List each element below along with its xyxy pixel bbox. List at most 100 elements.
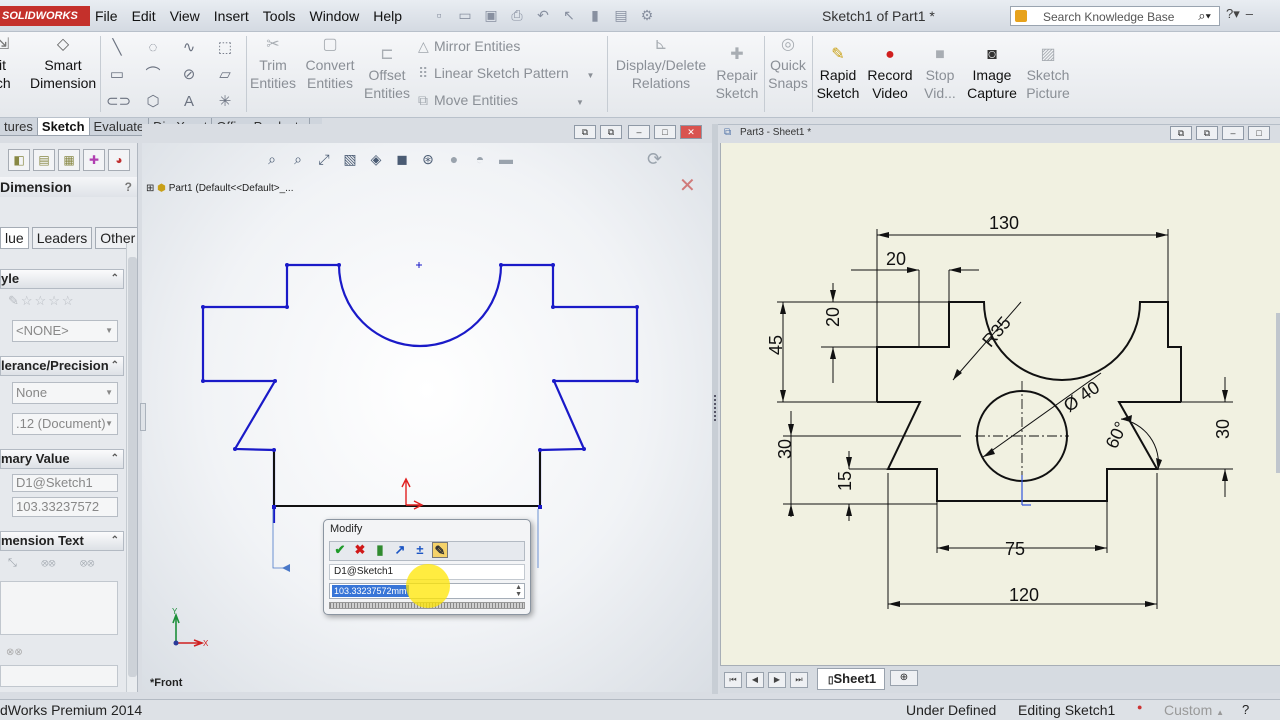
restore-window-icon[interactable]: ⧉ [574,125,596,139]
sketch-picture-button[interactable]: ▨ Sketch Picture [1022,46,1074,102]
link-value-icon[interactable]: ✎ [432,542,448,558]
next-sheet-icon[interactable]: ▶ [768,672,786,688]
record-video-button[interactable]: ● Record Video [864,46,916,102]
trim-entities-button[interactable]: ✂ Trim Entities [250,36,296,92]
dim-30-left-text[interactable]: 30 [775,439,795,459]
precision-select[interactable]: .12 (Document) ▼ [12,413,118,435]
move-entities-button[interactable]: ⧉ Move Entities ▼ [418,92,584,109]
primary-dimension-name-field[interactable]: D1@Sketch1 [12,474,118,492]
text-icon[interactable]: A [178,93,200,111]
dim-130-text[interactable]: 130 [989,213,1019,233]
sheet-tab[interactable]: ▯Sheet1 [817,668,885,690]
tile-window-icon[interactable]: ⧉ [600,125,622,139]
exit-sketch-button[interactable]: ⇲ xit tch [0,36,22,92]
drawing-view[interactable]: 130 20 45 20 R35 Ø 40 60° 30 15 30 75 12… [721,143,1280,665]
dim-30-right-text[interactable]: 30 [1213,419,1233,439]
dim-20-top-text[interactable]: 20 [886,249,906,269]
linear-pattern-dropdown-icon[interactable]: ▼ [587,71,595,80]
sketch-fillet-icon[interactable]: ⬚ [214,39,236,57]
primary-value-group-header[interactable]: mary Value ⌃ [0,449,124,469]
mark-dimension-icon[interactable]: ± [412,542,428,558]
minimize-window-icon[interactable]: – [628,125,650,139]
dim-60-text[interactable]: 60° [1102,418,1132,451]
rebuild-light-icon[interactable]: ● [1137,697,1142,717]
previous-sheet-icon[interactable]: ◀ [746,672,764,688]
tab-sketch[interactable]: Sketch [37,118,90,135]
minimize-icon[interactable]: – [1246,6,1253,22]
linear-sketch-pattern-button[interactable]: ⠿ Linear Sketch Pattern ▼ [418,65,594,82]
reset-spin-increment-icon[interactable]: ↗ [392,542,408,558]
tolerance-group-header[interactable]: lerance/Precision ⌃ [0,356,124,376]
select-icon[interactable]: ↖ [560,6,578,24]
unit-system-select[interactable]: Custom ▲ [1164,700,1224,720]
stop-video-button[interactable]: ■ Stop Vid... [918,46,962,102]
spline-icon[interactable]: ∿ [178,39,200,57]
search-knowledge-base-input[interactable]: Search Knowledge Base ⌕▾ [1010,6,1220,26]
plane-icon[interactable]: ▱ [214,66,236,84]
configuration-manager-icon[interactable]: ▦ [58,149,80,171]
ellipse-icon[interactable]: ⊘ [178,66,200,84]
solidworks-logo[interactable]: SOLIDWORKS [0,6,90,26]
ok-check-icon[interactable]: ✔ [332,542,348,558]
status-help-icon[interactable]: ? [1242,700,1249,720]
dimension-text-box[interactable] [0,581,118,635]
dim-75-text[interactable]: 75 [1005,539,1025,559]
circle-icon[interactable]: ◌ [142,39,164,57]
rapid-sketch-button[interactable]: ✎ Rapid Sketch [815,46,861,102]
rebuild-icon[interactable]: ▮ [586,6,604,24]
move-dropdown-icon[interactable]: ▼ [576,98,584,107]
menu-window[interactable]: Window [302,7,366,25]
last-sheet-icon[interactable]: ⏭ [790,672,808,688]
endpoint-handle[interactable] [538,505,542,509]
sketch-outline[interactable] [201,263,639,523]
sketch-defined-lines[interactable] [273,450,541,507]
display-delete-relations-button[interactable]: ⊾ Display/Delete Relations [612,36,710,92]
offset-entities-button[interactable]: ⊏ Offset Entities [362,46,412,102]
display-manager-icon[interactable]: ◕ [108,149,130,171]
undo-icon[interactable]: ↶ [534,6,552,24]
dim-120-text[interactable]: 120 [1009,585,1039,605]
cancel-x-icon[interactable]: ✖ [352,542,368,558]
tolerance-type-select[interactable]: None ▼ [12,382,118,404]
style-group-header[interactable]: yle ⌃ [0,269,124,289]
first-sheet-icon[interactable]: ⏮ [724,672,742,688]
image-capture-button[interactable]: ◙ Image Capture [964,46,1020,102]
rebuild-traffic-light-icon[interactable]: ▮ [372,542,388,558]
menu-file[interactable]: File [88,7,125,25]
style-favorite-icons[interactable]: ✎☆☆☆☆ [8,293,76,309]
restore-window-icon[interactable]: ⧉ [1170,126,1192,140]
maximize-window-icon[interactable]: □ [1248,126,1270,140]
new-document-icon[interactable]: ▫ [430,6,448,24]
options-icon[interactable]: ⚙ [638,6,656,24]
tile-window-icon[interactable]: ⧉ [1196,126,1218,140]
menu-tools[interactable]: Tools [256,7,303,25]
menu-edit[interactable]: Edit [125,7,163,25]
property-manager-icon[interactable]: ▤ [33,149,55,171]
dimension-text-toolbar[interactable]: ⤡ ⊗⊗ ⊗⊗ [8,557,94,570]
tab-leaders[interactable]: Leaders [31,227,93,249]
drawing-sheet[interactable]: 130 20 45 20 R35 Ø 40 60° 30 15 30 75 12… [720,143,1280,665]
splitter-grip[interactable] [714,395,718,421]
help-icon[interactable]: ? [125,177,132,197]
dim-d40-text[interactable]: Ø 40 [1060,377,1103,416]
open-icon[interactable]: ▭ [456,6,474,24]
collapse-icon[interactable]: ⌃ [111,270,119,288]
dimxpert-manager-icon[interactable]: ✚ [83,149,105,171]
file-properties-icon[interactable]: ▤ [612,6,630,24]
pm-scrollbar[interactable] [126,243,137,692]
dimension-text-symbol-icons[interactable]: ⊗⊗ [6,647,23,658]
repair-sketch-button[interactable]: ✚ Repair Sketch [712,46,762,102]
minimize-window-icon[interactable]: – [1222,126,1244,140]
search-icon[interactable]: ⌕▾ [1198,8,1211,24]
quick-snaps-button[interactable]: ◎ Quick Snaps [766,36,810,92]
dim-15-text[interactable]: 15 [835,471,855,491]
mirror-entities-button[interactable]: △ Mirror Entities [418,38,520,55]
pm-splitter-grip[interactable] [140,403,146,431]
tab-features[interactable]: tures [0,118,38,135]
slot-icon[interactable]: ⊂⊃ [106,93,131,111]
collapse-icon[interactable]: ⌃ [111,450,119,468]
print-icon[interactable]: ⎙ [508,6,526,24]
tab-value[interactable]: lue [0,227,29,249]
pm-scroll-thumb[interactable] [128,257,137,677]
value-spinner-icon[interactable]: ▲ ▼ [515,584,522,598]
